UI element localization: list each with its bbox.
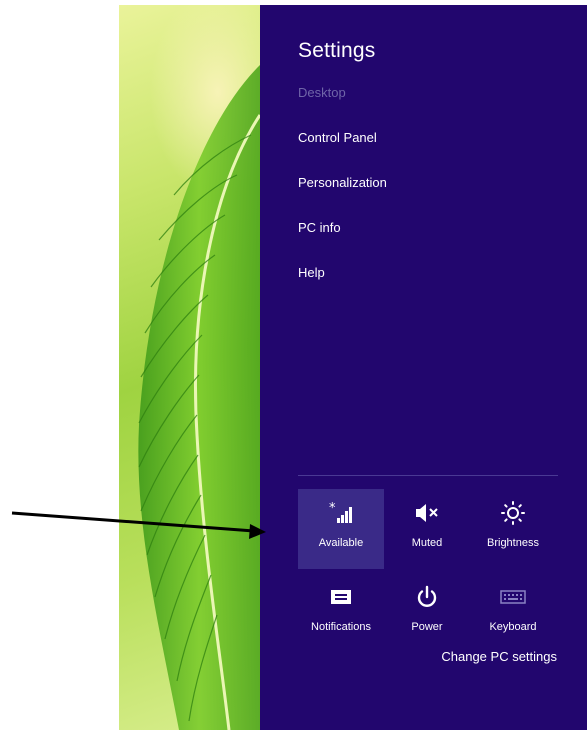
pointer-arrow xyxy=(11,511,266,539)
